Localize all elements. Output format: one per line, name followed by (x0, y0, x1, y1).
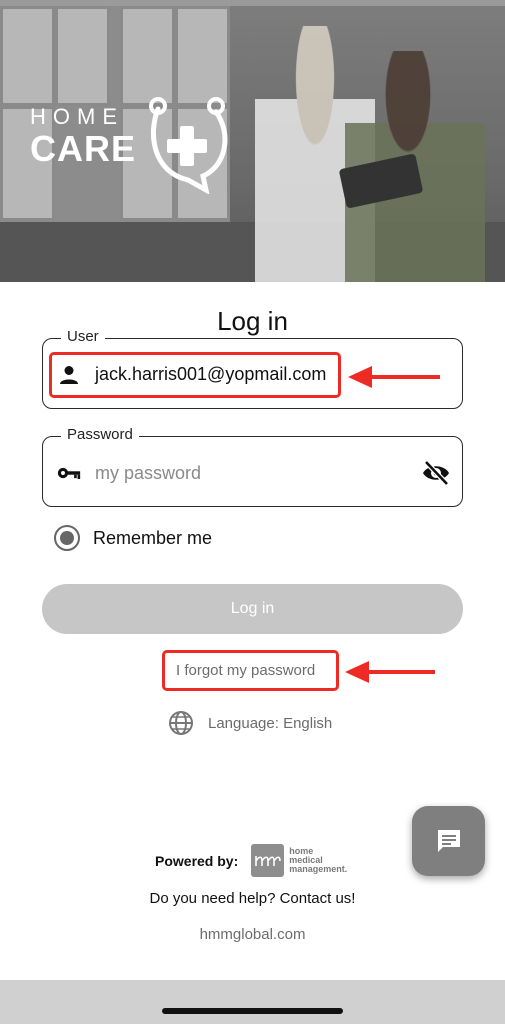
logo-care-text: CARE (30, 128, 137, 169)
globe-icon (169, 711, 193, 735)
website-link[interactable]: hmmglobal.com (0, 926, 505, 943)
user-field-arrow (348, 366, 440, 388)
remember-me-label: Remember me (93, 527, 213, 548)
home-indicator[interactable] (162, 1008, 343, 1014)
password-field[interactable]: Password (42, 426, 463, 507)
user-field-legend: User (61, 328, 105, 345)
forgot-password-link[interactable]: I forgot my password (176, 662, 315, 679)
hmm-logo-mark (251, 844, 285, 877)
logo-chat-plus-mark (149, 97, 228, 194)
home-care-logo: HOME CARE (30, 94, 230, 204)
hmm-logo-text: home medical management. (289, 846, 348, 874)
remember-me-radio[interactable] (54, 525, 80, 551)
login-button[interactable]: Log in (42, 584, 463, 634)
remember-me-option[interactable]: Remember me (54, 525, 212, 551)
forgot-password-arrow (345, 661, 435, 683)
language-label: Language: English (208, 714, 333, 732)
radio-selected-dot (60, 531, 74, 545)
contact-help-link[interactable]: Do you need help? Contact us! (0, 890, 505, 907)
chat-button[interactable] (412, 806, 485, 876)
bottom-bar (0, 980, 505, 1024)
password-field-legend: Password (61, 426, 139, 443)
language-selector[interactable]: Language: English (168, 710, 332, 736)
logo-home-text: HOME (30, 104, 124, 129)
password-input[interactable] (95, 459, 415, 487)
powered-by-label: Powered by: (155, 852, 239, 869)
chat-icon (437, 830, 460, 852)
eye-off-icon[interactable] (422, 460, 450, 486)
user-field-highlight (49, 352, 341, 398)
powered-by: Powered by: home medical management. (155, 844, 347, 877)
hmm-partner-logo: home medical management. (251, 844, 347, 877)
key-icon (57, 467, 81, 479)
hero-banner: HOME CARE (0, 6, 505, 282)
